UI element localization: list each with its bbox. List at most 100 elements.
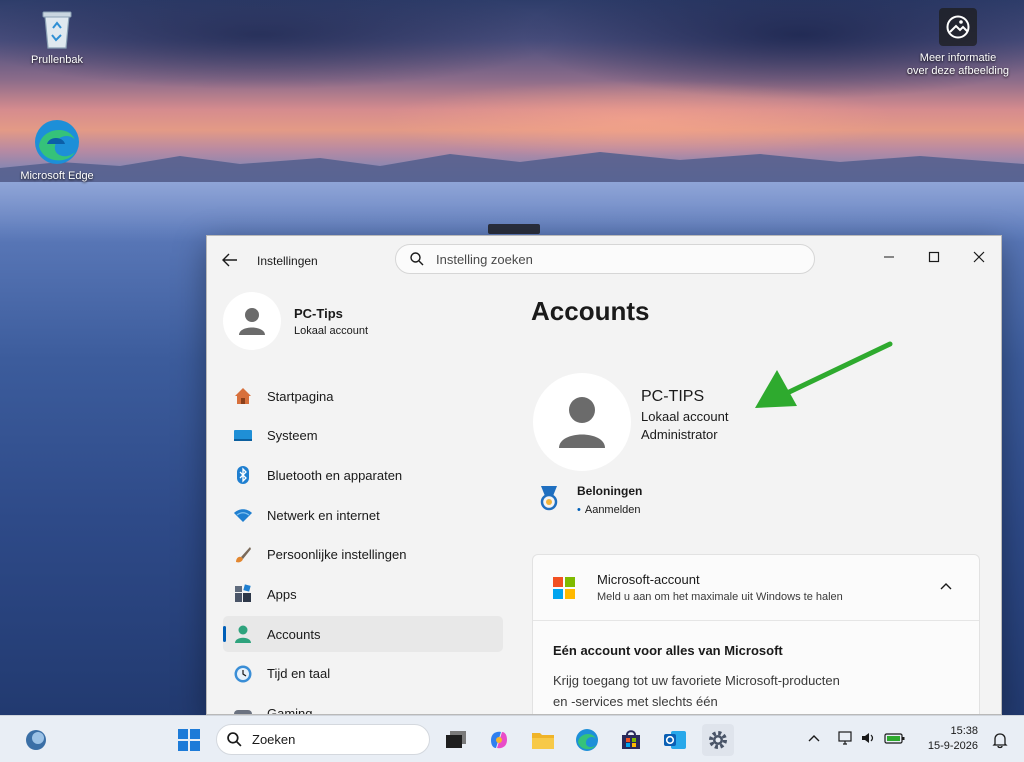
- sidebar-item-netwerk[interactable]: Netwerk en internet: [223, 497, 503, 533]
- sidebar-item-persoonlijke-instellingen[interactable]: Persoonlijke instellingen: [223, 537, 503, 573]
- sidebar-item-label: Gaming: [267, 706, 313, 715]
- widgets-icon: [26, 730, 46, 750]
- settings-taskbar-button[interactable]: [702, 724, 734, 756]
- apps-icon: [233, 584, 253, 604]
- profile-name: PC-Tips: [294, 305, 343, 321]
- sidebar-item-systeem[interactable]: Systeem: [223, 418, 503, 454]
- rewards-section[interactable]: Beloningen • Aanmelden: [537, 484, 642, 516]
- clock[interactable]: 15:38 15-9-2026: [916, 724, 978, 754]
- green-arrow-icon: [755, 341, 893, 408]
- rewards-sign-in-link[interactable]: • Aanmelden: [577, 504, 642, 516]
- volume-icon[interactable]: [860, 730, 876, 746]
- sidebar-item-label: Tijd en taal: [267, 666, 331, 682]
- start-button[interactable]: [173, 724, 205, 756]
- wifi-icon: [233, 505, 253, 525]
- outlook-icon: [664, 731, 686, 749]
- store-button[interactable]: [615, 724, 647, 756]
- recycle-bin-icon: [42, 11, 72, 49]
- brush-icon: [233, 545, 253, 565]
- microsoft-account-subtitle: Meld u aan om het maximale uit Windows t…: [597, 591, 843, 603]
- back-button[interactable]: [219, 250, 241, 270]
- microsoft-account-body: Eén account voor alles van Microsoft Kri…: [533, 621, 979, 714]
- chevron-up-icon[interactable]: [808, 733, 820, 743]
- sidebar-item-label: Bluetooth en apparaten: [267, 467, 403, 483]
- sidebar-item-label: Systeem: [267, 428, 318, 444]
- store-icon: [622, 730, 640, 749]
- minimize-icon: [884, 256, 894, 258]
- maximize-button[interactable]: [912, 242, 956, 272]
- maximize-icon: [928, 251, 940, 263]
- desktop-icon-label: over deze afbeelding: [906, 65, 1010, 77]
- wallpaper-rock: [488, 224, 540, 234]
- gaming-icon: [233, 704, 253, 714]
- sidebar-item-label: Persoonlijke instellingen: [267, 547, 407, 563]
- user-icon: [559, 397, 605, 448]
- sidebar-item-label: Apps: [267, 586, 297, 602]
- sidebar-item-label: Accounts: [267, 626, 321, 642]
- rewards-sign-in-label: Aanmelden: [584, 504, 641, 516]
- file-explorer-button[interactable]: [527, 724, 559, 756]
- network-icon[interactable]: [838, 730, 854, 746]
- account-type: Lokaal account: [641, 409, 729, 424]
- desktop-icon-label: Meer informatie: [919, 52, 997, 64]
- taskbar-search-input[interactable]: Zoeken: [216, 724, 430, 755]
- home-icon: [233, 386, 253, 406]
- folder-icon: [532, 733, 554, 749]
- taskbar-search-label: Zoeken: [252, 732, 296, 747]
- battery-icon[interactable]: [884, 731, 906, 745]
- sidebar-profile[interactable]: PC-Tips Lokaal account: [223, 292, 368, 350]
- microsoft-account-header[interactable]: Microsoft-account Meld u aan om het maxi…: [533, 555, 979, 621]
- app-title: Instellingen: [257, 254, 318, 268]
- arrow-left-icon: [222, 253, 237, 267]
- outlook-button[interactable]: [659, 724, 691, 756]
- close-button[interactable]: [957, 242, 1001, 272]
- sidebar-item-gaming[interactable]: Gaming: [223, 696, 503, 715]
- edge-icon: [576, 729, 598, 751]
- desktop-icon-label: Microsoft Edge: [20, 170, 94, 182]
- avatar: [223, 292, 281, 350]
- sidebar-item-bluetooth[interactable]: Bluetooth en apparaten: [223, 457, 503, 493]
- settings-window: Instellingen Instelling zoeken PC-Tips L…: [206, 235, 1002, 715]
- clock-time: 15:38: [950, 725, 978, 737]
- task-view-button[interactable]: [440, 724, 472, 756]
- sidebar-item-tijd-en-taal[interactable]: Tijd en taal: [223, 656, 503, 692]
- taskbar: Zoeken 15:38 15-9-2026: [0, 715, 1024, 762]
- bluetooth-icon: [233, 465, 253, 485]
- microsoft-account-card: Microsoft-account Meld u aan om het maxi…: [532, 554, 980, 714]
- copilot-icon: [491, 731, 507, 749]
- page-title: Accounts: [531, 296, 650, 326]
- sidebar-item-label: Netwerk en internet: [267, 507, 380, 523]
- edge-icon: [35, 120, 79, 164]
- profile-account-type: Lokaal account: [294, 324, 368, 337]
- chevron-up-icon[interactable]: [939, 581, 953, 591]
- microsoft-account-title: Microsoft-account: [597, 572, 700, 587]
- microsoft-logo-icon: [553, 576, 575, 599]
- account-info: PC-TIPS Lokaal account Administrator: [641, 388, 728, 442]
- copilot-button[interactable]: [483, 724, 515, 756]
- rewards-title: Beloningen: [577, 484, 643, 498]
- sidebar-item-startpagina[interactable]: Startpagina: [223, 378, 503, 414]
- notification-bell-icon: [992, 733, 1008, 749]
- task-view-icon: [446, 731, 466, 748]
- search-icon: [227, 732, 242, 747]
- notifications-button[interactable]: [984, 724, 1016, 756]
- sidebar-item-accounts[interactable]: Accounts: [223, 616, 503, 653]
- title-bar[interactable]: Instellingen Instelling zoeken: [207, 236, 1001, 284]
- time-language-icon: [233, 664, 253, 684]
- microsoft-account-body-text: Krijg toegang tot uw favoriete Microsoft…: [553, 673, 840, 709]
- sidebar-item-label: Startpagina: [267, 388, 334, 404]
- settings-search-input[interactable]: Instelling zoeken: [395, 244, 815, 274]
- desktop-icon-microsoft-edge[interactable]: Microsoft Edge: [12, 118, 102, 183]
- account-role: Administrator: [641, 427, 718, 442]
- wallpaper-mountains: [0, 152, 1024, 182]
- widgets-button[interactable]: [20, 724, 52, 756]
- desktop-icon-image-info[interactable]: Meer informatie over deze afbeelding: [898, 8, 1018, 78]
- account-avatar[interactable]: [533, 373, 631, 471]
- desktop-icon-recycle-bin[interactable]: Prullenbak: [12, 8, 102, 67]
- accounts-icon: [233, 624, 253, 644]
- minimize-button[interactable]: [867, 242, 911, 272]
- edge-taskbar-button[interactable]: [571, 724, 603, 756]
- microsoft-account-body-title: Eén account voor alles van Microsoft: [553, 643, 783, 658]
- sidebar-item-apps[interactable]: Apps: [223, 576, 503, 612]
- system-tray: [808, 730, 906, 746]
